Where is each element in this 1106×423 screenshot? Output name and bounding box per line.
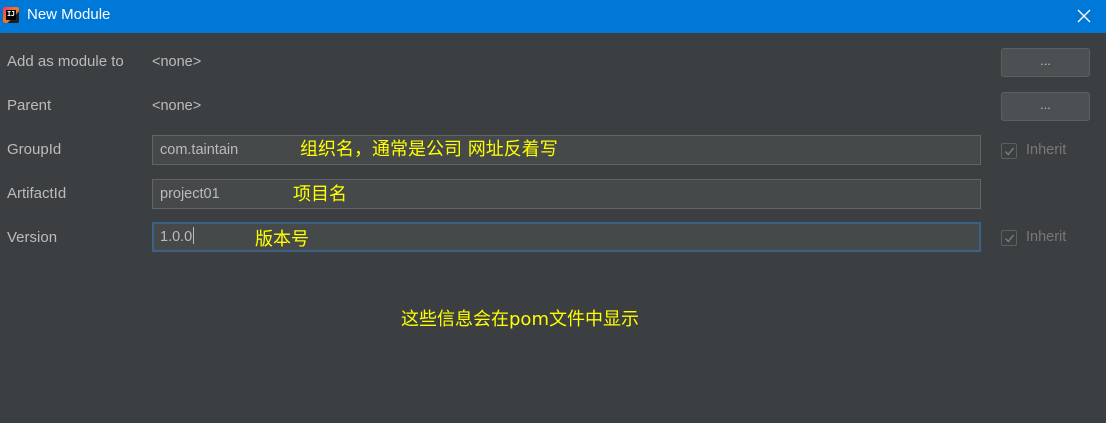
add-as-module-to-browse-button[interactable]: ... [1001, 48, 1090, 77]
window-titlebar: IJ New Module [0, 0, 1106, 33]
checkmark-icon [1004, 234, 1015, 243]
window-title: New Module [27, 6, 111, 23]
footer-annotation: 这些信息会在pom文件中显示 [401, 309, 639, 330]
parent-label: Parent [7, 97, 52, 114]
close-button[interactable] [1062, 0, 1106, 33]
text-caret [193, 227, 195, 244]
version-value: 1.0.0 [160, 229, 193, 245]
group-id-annotation: 组织名，通常是公司 网址反着写 [300, 139, 558, 160]
app-icon-label: IJ [6, 10, 16, 20]
close-icon [1077, 9, 1091, 23]
artifact-id-annotation: 项目名 [293, 184, 347, 205]
group-id-inherit-label: Inherit [1026, 142, 1067, 158]
version-inherit-label: Inherit [1026, 229, 1067, 245]
add-as-module-to-label: Add as module to [7, 53, 124, 70]
checkmark-icon [1004, 147, 1015, 156]
parent-value: <none> [152, 98, 202, 114]
add-as-module-to-value: <none> [152, 54, 202, 70]
group-id-field[interactable]: com.taintain [152, 135, 981, 165]
checkbox-box [1001, 143, 1017, 159]
intellij-app-icon: IJ [3, 7, 19, 23]
version-annotation: 版本号 [255, 229, 309, 250]
parent-browse-button[interactable]: ... [1001, 92, 1090, 121]
group-id-value: com.taintain [160, 142, 239, 158]
artifact-id-label: ArtifactId [7, 185, 67, 202]
artifact-id-value: project01 [160, 186, 220, 202]
artifact-id-field[interactable]: project01 [152, 179, 981, 209]
version-label: Version [7, 229, 58, 246]
group-id-label: GroupId [7, 141, 62, 158]
checkbox-box [1001, 230, 1017, 246]
